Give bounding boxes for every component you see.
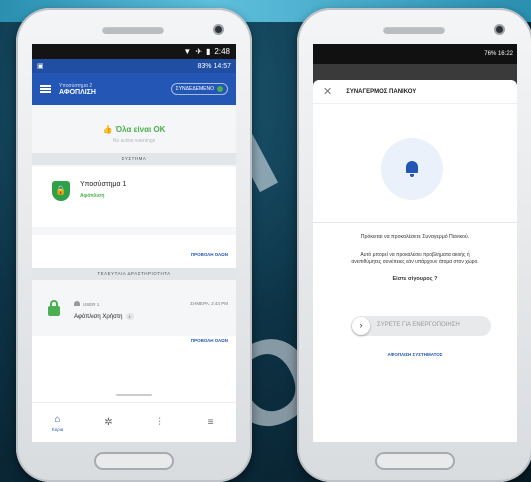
warning-message-2: Αυτό μπορεί να προκαλέσει προβλήματα ακο… [351, 252, 479, 265]
app-header: Υποσύστημα 2 ΑΦΟΠΛΙΣΗ ΣΥΝΔΕΔΕΜΕΝΟ [32, 73, 236, 105]
nav-network[interactable]: ✲ [94, 408, 124, 438]
sheet-title: ΣΥΝΑΓΕΡΜΟΣ ΠΑΝΙΚΟΥ [346, 88, 417, 95]
battery-icon: ▮ [206, 47, 211, 56]
system-time: 2:48 [214, 47, 230, 56]
bell-circle [381, 138, 443, 200]
left-phone-screen: ▼ ✈ ▮ 2:48 ▣ 83% 14:57 Υποσύστημα 2 ΑΦΟΠ… [32, 44, 236, 442]
nav-home-label: Κύρια [51, 426, 64, 432]
connection-dot [217, 86, 223, 92]
menu-icon[interactable] [40, 85, 51, 93]
signal-percent: 83% [197, 62, 212, 70]
shield-icon: 🔒 [52, 181, 70, 201]
image-icon: ▣ [37, 63, 44, 70]
bell-icon [404, 161, 420, 177]
confirm-question: Είστε σίγουρος ? [392, 276, 438, 282]
home-icon: ⌂ [54, 413, 61, 425]
nav-list[interactable]: ≡ [196, 408, 226, 438]
chevron-right-icon[interactable]: › [352, 317, 370, 335]
airplane-icon: ✈ [195, 47, 203, 56]
bottom-navigation: ⌂ Κύρια ✲ ⫶ ≡ [32, 402, 236, 442]
event-time: ΣΗΜΕΡΑ, 2:44 PM [190, 301, 228, 306]
event-badge: 1 [125, 313, 134, 320]
app-status-bar: ▣ 83% 14:57 [32, 59, 236, 73]
divider [313, 222, 517, 223]
drag-handle[interactable] [116, 394, 152, 396]
front-camera [213, 24, 224, 35]
status-text: 76% 16:22 [484, 51, 513, 57]
list-icon: ≡ [207, 417, 214, 428]
view-all-events-link[interactable]: ΠΡΟΒΟΛΗ ΟΛΩΝ [191, 338, 228, 343]
event-user: USER 1 [74, 301, 99, 307]
sliders-icon: ⫶ [158, 417, 161, 428]
speaker-grille [102, 26, 164, 34]
status-time: 14:57 [213, 62, 231, 70]
panic-alarm-sheet: ✕ ΣΥΝΑΓΕΡΜΟΣ ΠΑΝΙΚΟΥ Πρόκειται να προκαλ… [313, 80, 517, 442]
subsystem-state: Αφόπλιση [80, 193, 105, 199]
sheet-header: ✕ ΣΥΝΑΓΕΡΜΟΣ ΠΑΝΙΚΟΥ [313, 80, 517, 104]
slider-label: ΣΥΡΕΤΕ ΓΙΑ ΕΝΕΡΓΟΠΟΙΗΣΗ [377, 322, 460, 328]
right-phone-screen: 76% 16:22 ✕ ΣΥΝΑΓΕΡΜΟΣ ΠΑΝΙΚΟΥ Πρόκειται… [313, 44, 517, 442]
front-camera [494, 24, 505, 35]
speaker-grille [383, 26, 445, 34]
right-phone: 76% 16:22 ✕ ΣΥΝΑΓΕΡΜΟΣ ΠΑΝΙΚΟΥ Πρόκειται… [297, 8, 531, 482]
no-warnings-text: No active warnings [112, 138, 156, 144]
subsystem-name: Υποσύστημα 1 [80, 181, 127, 188]
system-status-bar: ▼ ✈ ▮ 2:48 [32, 44, 236, 59]
wifi-icon: ▼ [183, 47, 192, 56]
left-phone: ▼ ✈ ▮ 2:48 ▣ 83% 14:57 Υποσύστημα 2 ΑΦΟΠ… [16, 8, 252, 482]
nav-sliders[interactable]: ⫶ [145, 408, 175, 438]
ok-message: 👍 Όλα είναι ΟΚ [32, 125, 236, 134]
lock-icon [48, 300, 60, 316]
home-button[interactable] [94, 452, 174, 470]
network-icon: ✲ [104, 417, 113, 428]
system-status-bar: 76% 16:22 [313, 44, 517, 64]
home-button[interactable] [375, 452, 455, 470]
view-all-system-link[interactable]: ΠΡΟΒΟΛΗ ΟΛΩΝ [191, 252, 228, 257]
subsystem-card[interactable]: 🔒 Υποσύστημα 1 Αφόπλιση [32, 167, 236, 227]
connection-label: ΣΥΝΔΕΔΕΜΕΝΟ [175, 86, 214, 92]
event-item[interactable]: USER 1 ΣΗΜΕΡΑ, 2:44 PM Αφόπλιση Χρήστη 1 [32, 280, 236, 336]
header-subtitle: Υποσύστημα 2 [59, 82, 93, 89]
header-title: ΑΦΟΠΛΙΣΗ [59, 88, 96, 96]
thumbs-up-icon: 👍 [102, 125, 113, 134]
warning-message-1: Πρόκειται να προκαλέσετε Συναγερμό Πανικ… [360, 234, 470, 240]
user-icon [74, 301, 80, 306]
section-system: ΣΥΣΤΗΜΑ [32, 153, 236, 165]
ok-text: Όλα είναι ΟΚ [115, 125, 166, 134]
event-text: Αφόπλιση Χρήστη 1 [74, 313, 134, 320]
close-icon[interactable]: ✕ [323, 85, 332, 98]
status-panel: 👍 Όλα είναι ΟΚ No active warnings ΣΥΣΤΗΜΑ… [32, 105, 236, 235]
activate-slider[interactable]: › ΣΥΡΕΤΕ ΓΙΑ ΕΝΕΡΓΟΠΟΙΗΣΗ [351, 316, 491, 336]
connection-badge[interactable]: ΣΥΝΔΕΔΕΜΕΝΟ [170, 83, 228, 95]
section-recent-activity: ΤΕΛΕΥΤΑΙΑ ΔΡΑΣΤΗΡΙΟΤΗΤΑ [32, 268, 236, 280]
nav-home[interactable]: ⌂ Κύρια [43, 408, 73, 438]
disarm-system-link[interactable]: ΑΦΟΠΛΙΣΗ ΣΥΣΤΗΜΑΤΟΣ [313, 352, 517, 357]
